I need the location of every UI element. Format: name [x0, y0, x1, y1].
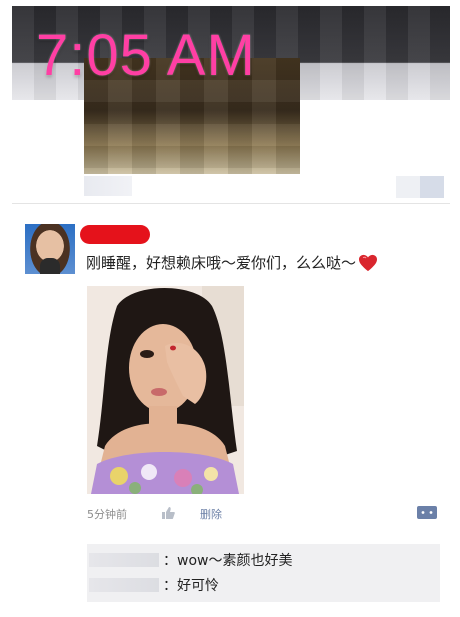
delete-button[interactable]: 删除 — [200, 506, 222, 522]
avatar[interactable] — [25, 224, 75, 274]
pixelated-corner — [396, 176, 444, 198]
post-text: 刚睡醒，好想赖床哦～爱你们，么么哒～ — [86, 254, 357, 272]
like-icon[interactable] — [160, 505, 176, 521]
comment-icon[interactable] — [416, 504, 438, 522]
post-content: 刚睡醒，好想赖床哦～爱你们，么么哒～ — [86, 252, 378, 273]
commenter-name-redaction[interactable] — [89, 578, 159, 592]
username-redaction[interactable] — [80, 225, 150, 244]
photo-illustration — [87, 286, 244, 494]
post-photo[interactable] — [87, 286, 244, 494]
comment-text: ：wow～素颜也好美 — [163, 553, 293, 569]
post-time: 5分钟前 — [87, 508, 127, 521]
comments-box: ：wow～素颜也好美 ：好可怜 — [87, 544, 440, 602]
time-overlay: 7:05 AM — [36, 23, 256, 88]
commenter-name-redaction[interactable] — [89, 553, 159, 567]
divider — [12, 203, 450, 204]
comment-text: ：好可怜 — [163, 578, 219, 594]
heart-icon — [359, 254, 378, 271]
pixelated-text — [84, 176, 132, 196]
